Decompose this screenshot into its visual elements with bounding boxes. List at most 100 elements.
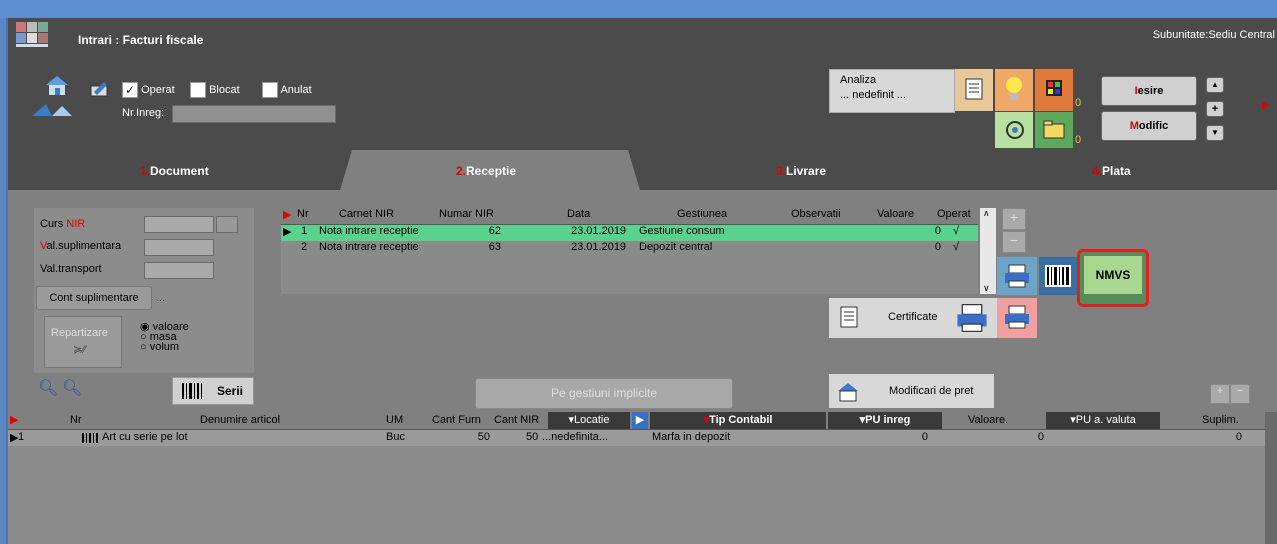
- navigate-icon[interactable]: [32, 102, 72, 120]
- edit-icon[interactable]: [90, 80, 110, 98]
- blocat-label: Blocat: [209, 83, 240, 96]
- repartizare-icon: ≽⁄⁄: [73, 344, 86, 356]
- repartizare-button[interactable]: Repartizare ≽⁄⁄: [44, 316, 122, 368]
- window-title: Intrari : Facturi fiscale: [78, 33, 204, 47]
- certificate-print-icon[interactable]: [955, 302, 989, 334]
- tab-plata-label: Plata: [1102, 164, 1131, 178]
- cell-operat: √: [953, 225, 960, 237]
- checkbox-operat[interactable]: ✓: [122, 82, 138, 98]
- col-valoare[interactable]: Valoare: [877, 208, 914, 220]
- repartizare-label: Repartizare: [51, 327, 108, 339]
- checkbox-blocat[interactable]: [190, 82, 206, 98]
- col-data[interactable]: Data: [567, 208, 590, 220]
- col-denumire[interactable]: Denumire articol: [200, 414, 280, 426]
- tab-livrare[interactable]: 3.Livrare: [776, 164, 826, 178]
- articles-grid: ▶ Nr Denumire articol UM Cant Furn Cant …: [8, 412, 1265, 544]
- cell-cant-nir: 50: [526, 431, 539, 443]
- articles-scrollbar[interactable]: [1265, 412, 1277, 544]
- col-pu-inreg[interactable]: ▾PU inreg: [828, 412, 942, 429]
- scroll-up-icon[interactable]: ∧: [983, 208, 990, 219]
- cell-valoare: 0: [934, 225, 941, 237]
- cell-numar: 62: [488, 225, 501, 237]
- col-carnet-nir[interactable]: Carnet NIR: [339, 208, 394, 220]
- table-row[interactable]: ▶ 1 Art cu serie pe lot Buc 50 50 ...ned…: [8, 430, 1265, 446]
- search-advanced-icon[interactable]: 🔍︎: [62, 378, 82, 398]
- certificate-doc-icon[interactable]: [840, 306, 858, 328]
- analiza-panel[interactable]: Analiza ... nedefinit ...: [829, 69, 955, 113]
- scroll-down-button[interactable]: ▼: [1206, 125, 1224, 141]
- modific-hotkey: M: [1129, 120, 1139, 132]
- search-icon[interactable]: 🔍︎: [38, 378, 58, 398]
- cont-suplimentare-button[interactable]: Cont suplimentare: [36, 286, 152, 310]
- locatie-expand-icon[interactable]: ▶: [632, 412, 648, 429]
- nmvs-button[interactable]: NMVS: [1084, 256, 1142, 294]
- col-locatie[interactable]: ▾Locatie: [548, 412, 630, 429]
- anulat-label: Anulat: [280, 83, 312, 96]
- radio-volum[interactable]: ○ volum: [140, 341, 179, 353]
- checkbox-anulat[interactable]: [262, 82, 278, 98]
- cell-data: 23.01.2019: [571, 241, 627, 253]
- cube-button[interactable]: [1035, 69, 1073, 111]
- col-observatii[interactable]: Observatii: [791, 208, 841, 220]
- curs-nir-field[interactable]: [144, 216, 214, 233]
- tab-document[interactable]: 1.Document: [140, 164, 209, 178]
- expand-right-icon[interactable]: ▶: [1262, 100, 1270, 111]
- col-tip-contabil[interactable]: ▾Tip Contabil: [650, 412, 826, 429]
- val-suplimentara-field[interactable]: [144, 239, 214, 256]
- nr-inreg-field[interactable]: [172, 105, 336, 123]
- col-gestiunea[interactable]: Gestiunea: [677, 208, 727, 220]
- lightbulb-button[interactable]: [995, 69, 1033, 111]
- refresh-button[interactable]: [995, 112, 1033, 148]
- chk-anulat[interactable]: Anulat: [262, 82, 312, 98]
- tab-receptie-label: Receptie: [466, 164, 517, 178]
- plus-button[interactable]: +: [1206, 101, 1224, 117]
- home-icon[interactable]: [44, 74, 70, 96]
- curs-nir-dropdown[interactable]: [216, 216, 238, 233]
- print-nir-button[interactable]: [997, 257, 1037, 295]
- cell-valoare: 0: [934, 241, 941, 253]
- modificari-pret-panel[interactable]: Modificari de pret: [829, 374, 994, 408]
- col-cant-nir[interactable]: Cant NIR: [494, 414, 539, 426]
- chk-operat[interactable]: ✓ Operat: [122, 82, 175, 98]
- barcode-button[interactable]: [1039, 257, 1077, 295]
- tab-document-num: 1.: [140, 164, 151, 178]
- pe-gestiuni-implicite-button[interactable]: Pe gestiuni implicite: [475, 378, 733, 409]
- col-suplim[interactable]: Suplim.: [1202, 414, 1239, 426]
- add-row-button[interactable]: +: [1002, 208, 1026, 230]
- cell-suplim: 0: [1235, 431, 1242, 443]
- nir-grid-scrollbar[interactable]: ∧ ∨: [980, 208, 996, 294]
- table-row[interactable]: ▶ 1 Nota intrare receptie 62 23.01.2019 …: [281, 225, 978, 241]
- certificate-print-red-button[interactable]: [997, 298, 1037, 338]
- tab-receptie[interactable]: 2.Receptie: [456, 164, 516, 178]
- cell-cant-furn: 50: [477, 431, 490, 443]
- col-operat[interactable]: Operat: [937, 208, 977, 220]
- tab-plata[interactable]: 4.Plata: [1092, 164, 1131, 178]
- iesire-button[interactable]: Iesire: [1101, 76, 1197, 106]
- col-pu-valuta[interactable]: ▾PU a. valuta: [1046, 412, 1160, 429]
- table-row[interactable]: 2 Nota intrare receptie 63 23.01.2019 De…: [281, 241, 978, 257]
- serii-label: Serii: [217, 384, 244, 398]
- col-um[interactable]: UM: [386, 414, 403, 426]
- remove-article-button[interactable]: −: [1230, 384, 1250, 404]
- scroll-down-icon[interactable]: ∨: [983, 283, 990, 294]
- col-nr[interactable]: Nr: [70, 414, 82, 426]
- modificari-pret-label: Modificari de pret: [889, 385, 974, 397]
- tab-livrare-num: 3.: [776, 164, 787, 178]
- folder-button[interactable]: [1035, 112, 1073, 148]
- col-nr[interactable]: Nr: [297, 208, 309, 220]
- col-cant-furn[interactable]: Cant Furn: [432, 414, 481, 426]
- col-numar-nir[interactable]: Numar NIR: [439, 208, 494, 220]
- scroll-up-button[interactable]: ▲: [1206, 77, 1224, 93]
- add-article-button[interactable]: +: [1210, 384, 1230, 404]
- document-list-button[interactable]: [955, 69, 993, 111]
- lightbulb-icon: [1006, 77, 1022, 100]
- chk-blocat[interactable]: Blocat: [190, 82, 240, 98]
- operat-label: Operat: [141, 83, 175, 96]
- remove-row-button[interactable]: −: [1002, 231, 1026, 253]
- col-valoare[interactable]: Valoare.: [968, 414, 1008, 426]
- serii-button[interactable]: Serii: [172, 377, 254, 405]
- tab-document-label: Document: [150, 164, 209, 178]
- val-transport-field[interactable]: [144, 262, 214, 279]
- modific-button[interactable]: Modific: [1101, 111, 1197, 141]
- radio-empty-icon: ○: [140, 341, 147, 353]
